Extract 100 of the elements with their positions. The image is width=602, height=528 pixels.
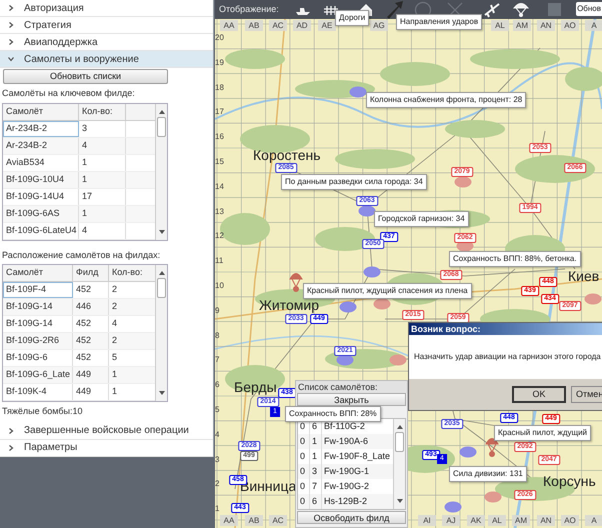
dialog-title: Возник вопрос:	[409, 323, 602, 335]
table-cell[interactable]: 17	[79, 188, 126, 204]
table-cell[interactable]: Bf-109G-6_Late	[3, 367, 73, 383]
column-label: AE	[318, 20, 336, 31]
table-cell[interactable]: Bf-109G-6LateU4	[3, 222, 79, 238]
table-cell[interactable]: 449	[73, 384, 109, 400]
chevron-right-icon	[8, 22, 14, 28]
column-label: AC	[269, 20, 287, 31]
table-cell[interactable]: 1	[79, 206, 126, 222]
row-label: 20	[215, 32, 224, 44]
column-header[interactable]: Филд	[73, 265, 109, 281]
refresh-lists-button[interactable]: Обновить списки	[3, 69, 168, 84]
square-tool[interactable]	[547, 0, 562, 19]
table-cell[interactable]: Bf-109K-4	[3, 384, 73, 400]
scrollbar[interactable]	[155, 104, 167, 240]
table-cell[interactable]: AviaB534	[3, 154, 79, 170]
table-cell[interactable]: 1	[79, 154, 126, 170]
chevron-down-icon	[8, 56, 14, 62]
column-header[interactable]: Самолёт	[3, 265, 73, 281]
scroll-up-arrow-icon	[158, 110, 164, 114]
row-label: 13	[215, 206, 224, 218]
table-cell[interactable]: 452	[73, 282, 109, 298]
column-label: AK	[467, 515, 485, 526]
table-cell[interactable]: 3	[79, 120, 126, 136]
table-cell[interactable]: 4	[79, 138, 126, 154]
table-cell[interactable]: 6	[310, 494, 322, 509]
table-cell[interactable]: Bf-109G-14U4	[3, 188, 79, 204]
release-field-button[interactable]: Освободить филд	[297, 511, 406, 524]
close-button[interactable]: Закрыть	[297, 393, 406, 406]
heavy-bombs-count: Тяжёлые бомбы:10	[1, 405, 84, 418]
scroll-down-arrow-icon	[158, 391, 164, 395]
column-label: AM	[512, 515, 530, 526]
scrollbar-thumb[interactable]	[157, 116, 166, 136]
row-label: 16	[215, 131, 224, 144]
parachute-tool[interactable]	[513, 0, 529, 19]
column-label: AL	[491, 20, 509, 31]
unit-icon[interactable]	[358, 205, 376, 217]
table-cell[interactable]: Bf-109G-14	[3, 316, 73, 332]
column-label: AL	[488, 515, 506, 526]
airplane-icon	[483, 0, 501, 18]
table-cell[interactable]: 0	[298, 494, 310, 509]
scroll-down-arrow-icon	[158, 230, 164, 234]
column-label: AC	[269, 515, 287, 526]
scrollbar[interactable]	[155, 265, 167, 401]
city-name: Корсунь	[543, 472, 596, 491]
column-header[interactable]: Кол-во:	[79, 104, 126, 120]
table-cell[interactable]: Bf-109F-4	[3, 282, 73, 298]
column-label: AM	[513, 20, 531, 31]
display-label: Отображение:	[219, 3, 279, 16]
table-cell[interactable]: Bf-109G-6	[3, 350, 73, 366]
table-cell[interactable]: Ar-234B-2	[3, 138, 79, 154]
table-cell[interactable]: Bf-109G-2R6	[3, 333, 73, 349]
scrollbar-thumb[interactable]	[157, 278, 166, 298]
table-cell[interactable]: Ar-234B-2	[3, 120, 79, 136]
table-cell[interactable]: 452	[73, 350, 109, 366]
parachute-icon[interactable]	[289, 271, 303, 293]
table-cell[interactable]: 449	[73, 367, 109, 383]
scrollbar[interactable]	[393, 419, 405, 509]
table-cell[interactable]: 1	[79, 172, 126, 188]
forest-area	[225, 49, 285, 69]
row-label: 1	[215, 503, 220, 516]
row-label: 5	[215, 404, 220, 416]
tooltip: Сила дивизии: 131	[449, 466, 527, 482]
tooltip: По данным разведки сила города: 34	[281, 174, 427, 190]
tooltip: Красный пилот, ждущий спасения из плена	[303, 283, 472, 299]
forest-area	[380, 62, 450, 86]
unit-icon[interactable]	[336, 354, 354, 366]
panel-title: Список самолётов:	[296, 381, 407, 393]
row-label: 6	[215, 379, 220, 392]
city-name: Берды	[234, 378, 277, 397]
tooltip: Сохранность ВПП: 28%	[285, 406, 381, 422]
table-cell[interactable]: 452	[73, 316, 109, 332]
square-icon	[547, 2, 562, 17]
row-label: 18	[215, 82, 224, 94]
table-cell[interactable]: Bf-109G-14	[3, 299, 73, 315]
table-cell[interactable]: Bf-109G-6AS	[3, 206, 79, 222]
column-label: AD	[293, 20, 311, 31]
section-label: Самолёты на ключевом филде:	[1, 87, 136, 100]
scrollbar-thumb[interactable]	[395, 432, 404, 452]
city-name: Житомир	[259, 296, 320, 315]
table-cell[interactable]: 446	[73, 299, 109, 315]
unit-icon[interactable]	[454, 176, 472, 188]
table-cell[interactable]: 4	[79, 222, 126, 238]
accordion-header[interactable]: Самолеты и вооружение	[0, 51, 213, 68]
column-header[interactable]: Самолёт	[3, 104, 79, 120]
tooltip: Колонна снабжения фронта, процент: 28	[366, 92, 526, 108]
accordion-header[interactable]: Завершенные войсковые операции	[0, 422, 213, 440]
tooltip: Красный пилот, ждущий	[494, 425, 592, 441]
table-cell[interactable]: Bf-109G-10U4	[3, 172, 79, 188]
dialog-message: Назначить удар авиации на гарнизон этого города	[409, 335, 602, 379]
column-label: AA	[220, 20, 238, 31]
column-label: A	[585, 515, 602, 526]
tooltip: Сохранность ВПП: 88%, бетонка.	[449, 251, 581, 267]
parachute-icon[interactable]	[485, 436, 499, 458]
row-label: 8	[215, 330, 220, 342]
table-cell[interactable]: 452	[73, 333, 109, 349]
refresh-button[interactable]: Обнов	[576, 2, 602, 16]
dialog-button[interactable]: OK	[512, 386, 566, 403]
arrow-tool[interactable]	[385, 0, 404, 19]
tooltip: Дороги	[335, 10, 370, 26]
